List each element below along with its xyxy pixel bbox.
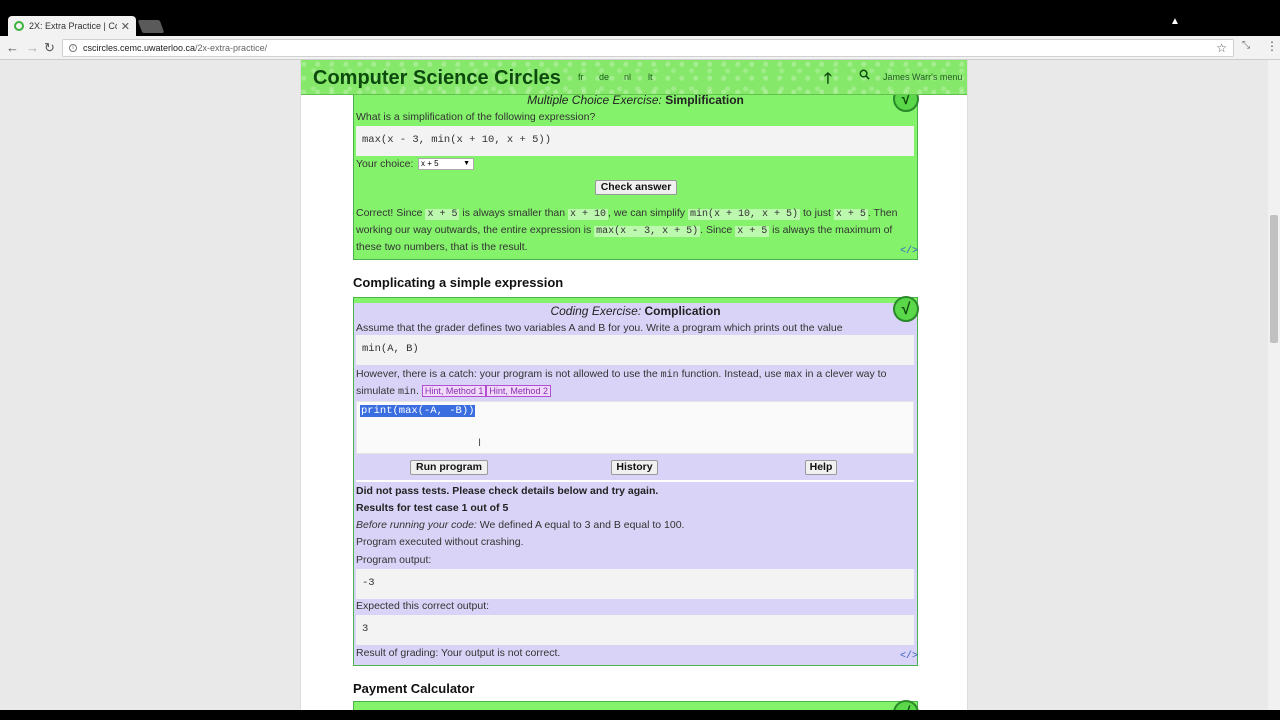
new-tab-button[interactable]: [137, 20, 165, 33]
coding-exercise: Coding Exercise: Complication √ Assume t…: [353, 296, 919, 666]
hint-method-2-button[interactable]: Hint, Method 2: [486, 385, 551, 397]
user-menu[interactable]: James Warr's menu: [883, 72, 962, 82]
search-icon[interactable]: [859, 69, 870, 80]
executed-message: Program executed without crashing.: [356, 536, 524, 548]
bookmark-star-icon[interactable]: ☆: [1216, 41, 1227, 55]
help-button[interactable]: Help: [805, 460, 837, 475]
chevron-down-icon: ▼: [463, 160, 470, 167]
site-header: Computer Science Circles fr de nl lt 🡑 J…: [301, 60, 967, 95]
expected-output-label: Expected this correct output:: [356, 600, 490, 612]
exercise-kind: Coding Exercise:: [550, 304, 642, 318]
exercise-name: Simplification: [665, 93, 744, 107]
lang-link-nl[interactable]: nl: [624, 72, 631, 82]
up-arrow-icon[interactable]: 🡑: [824, 68, 832, 93]
choice-select[interactable]: x + 5 ▼: [418, 158, 474, 170]
page-scrollbar[interactable]: [1268, 60, 1280, 710]
exercise-top-stripe: [354, 298, 917, 303]
browser-tab-bar: 2X: Extra Practice | Comp ✕ ▲: [0, 0, 1280, 36]
coding-intro: Assume that the grader defines two varia…: [356, 322, 843, 334]
profile-icon[interactable]: ▲: [1170, 16, 1180, 27]
site-favicon-icon: [14, 21, 24, 31]
before-running-line: Before running your code: We defined A e…: [356, 519, 684, 531]
reload-icon[interactable]: ↻: [44, 40, 55, 56]
lang-link-de[interactable]: de: [599, 72, 609, 82]
run-program-button[interactable]: Run program: [410, 460, 488, 475]
browser-menu-icon[interactable]: ⋮: [1266, 39, 1278, 53]
grading-result: Result of grading: Your output is not co…: [356, 647, 561, 659]
mc-question: What is a simplification of the followin…: [356, 111, 596, 123]
before-text: We defined A equal to 3 and B equal to 1…: [479, 519, 685, 531]
coding-catch-line2: simulate min. Hint, Method 1 Hint, Method…: [356, 385, 551, 398]
coding-expression: min(A, B): [356, 335, 914, 365]
section-heading-payment: Payment Calculator: [353, 681, 475, 696]
result-fail-message: Did not pass tests. Please check details…: [356, 485, 659, 497]
divider: [356, 480, 914, 482]
browser-tab[interactable]: 2X: Extra Practice | Comp ✕: [8, 16, 136, 36]
choice-label: Your choice:: [356, 158, 414, 170]
mc-feedback-line1: Correct! Since x + 5 is always smaller t…: [356, 207, 898, 220]
code-editor[interactable]: print(max(-A, -B)) I: [356, 401, 914, 454]
scrollbar-thumb[interactable]: [1270, 215, 1278, 343]
lang-link-lt[interactable]: lt: [648, 72, 653, 82]
site-title[interactable]: Computer Science Circles: [313, 67, 561, 90]
url-path: /2x-extra-practice/: [195, 43, 268, 53]
forward-icon[interactable]: →: [26, 40, 39, 56]
text-cursor-icon: I: [478, 437, 482, 449]
next-exercise-box: √: [353, 700, 919, 710]
extension-icon[interactable]: ⤡: [1242, 40, 1250, 51]
mc-feedback-line2: working our way outwards, the entire exp…: [356, 224, 893, 237]
address-bar[interactable]: i cscircles.cemc.uwaterloo.ca/2x-extra-p…: [62, 39, 1234, 57]
editor-code-selected: print(max(-A, -B)): [360, 405, 476, 417]
hint-method-1-button[interactable]: Hint, Method 1: [421, 385, 487, 397]
window-bottom-edge: [0, 710, 1280, 720]
history-button[interactable]: History: [611, 460, 658, 475]
coding-catch-line1: However, there is a catch: your program …: [356, 368, 887, 381]
lang-link-fr[interactable]: fr: [578, 72, 584, 82]
browser-toolbar: ← → ↻ i cscircles.cemc.uwaterloo.ca/2x-e…: [0, 36, 1280, 60]
close-tab-icon[interactable]: ✕: [121, 20, 130, 33]
back-icon[interactable]: ←: [6, 40, 19, 56]
exercise-title: Coding Exercise: Complication: [354, 304, 917, 318]
check-answer-button[interactable]: Check answer: [595, 180, 677, 195]
program-output-label: Program output:: [356, 554, 432, 566]
multiple-choice-exercise: Multiple Choice Exercise: Simplification…: [353, 86, 919, 260]
before-label: Before running your code:: [356, 519, 477, 531]
tab-title: 2X: Extra Practice | Comp: [29, 21, 117, 31]
embed-code-icon[interactable]: </>: [900, 651, 918, 662]
completed-check-icon: √: [893, 296, 919, 322]
section-heading-complicating: Complicating a simple expression: [353, 275, 564, 290]
info-icon[interactable]: i: [69, 44, 77, 52]
exercise-title: Multiple Choice Exercise: Simplification: [354, 93, 917, 107]
choice-select-value: x + 5: [421, 159, 439, 168]
embed-code-icon[interactable]: </>: [900, 246, 918, 257]
exercise-kind: Multiple Choice Exercise:: [527, 93, 662, 107]
expected-output: 3: [356, 615, 914, 645]
exercise-name: Complication: [644, 304, 721, 318]
url-host: cscircles.cemc.uwaterloo.ca: [83, 43, 196, 53]
web-page: Computer Science Circles fr de nl lt 🡑 J…: [300, 60, 968, 710]
result-test-case: Results for test case 1 out of 5: [356, 502, 509, 514]
program-output: -3: [356, 569, 914, 599]
completed-check-icon: √: [893, 700, 919, 710]
mc-feedback-line3: these two numbers, that is the result.: [356, 241, 528, 253]
mc-expression: max(x - 3, min(x + 10, x + 5)): [356, 126, 914, 156]
